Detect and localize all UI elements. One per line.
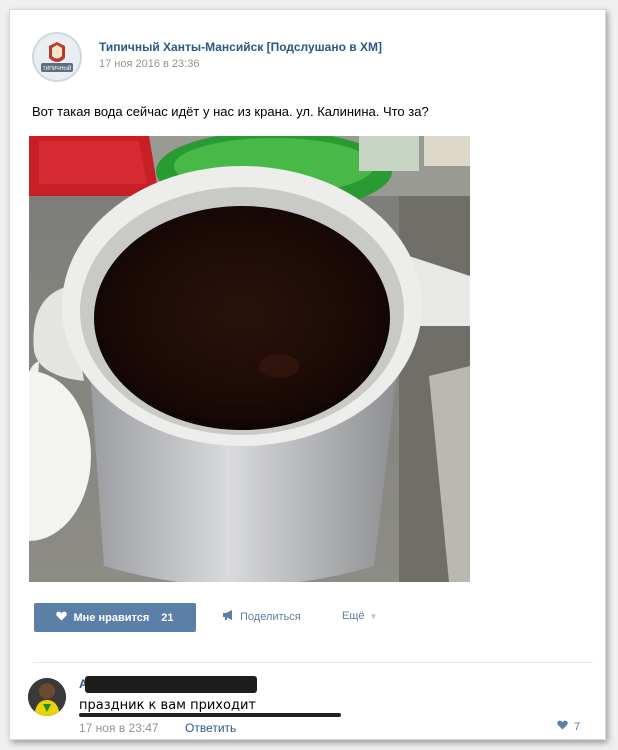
like-button[interactable]: Мне нравится 21 — [34, 603, 196, 632]
post-card: ТИПИЧНЫЙ Типичный Ханты-Мансийск [Подслу… — [9, 9, 606, 740]
svg-text:ТИПИЧНЫЙ: ТИПИЧНЫЙ — [43, 64, 72, 72]
comment-author[interactable]: А — [79, 676, 257, 693]
commenter-avatar-image — [28, 678, 66, 716]
censor-bar — [85, 676, 257, 693]
commenter-avatar[interactable] — [28, 678, 66, 716]
share-button[interactable]: Поделиться — [222, 610, 301, 623]
reply-link[interactable]: Ответить — [185, 721, 236, 735]
heart-icon — [557, 720, 568, 733]
share-label: Поделиться — [240, 610, 301, 623]
chevron-down-icon: ▼ — [369, 611, 378, 621]
more-button[interactable]: Ещё ▼ — [342, 610, 377, 622]
post-photo[interactable] — [29, 136, 470, 582]
like-count: 21 — [161, 611, 174, 624]
more-label: Ещё — [342, 610, 365, 622]
megaphone-icon — [222, 610, 234, 623]
group-avatar[interactable]: ТИПИЧНЫЙ — [32, 32, 82, 82]
comment-text: праздник к вам приходит — [79, 698, 256, 713]
heart-icon — [56, 611, 68, 624]
kettle-photo — [29, 136, 470, 582]
like-label: Мне нравится — [73, 611, 150, 624]
comment-timestamp[interactable]: 17 ноя в 23:47 — [79, 721, 159, 735]
group-avatar-image: ТИПИЧНЫЙ — [32, 32, 82, 82]
comment-like-count: 7 — [574, 720, 581, 733]
divider — [33, 662, 593, 663]
post-text: Вот такая вода сейчас идёт у нас из кран… — [32, 104, 429, 119]
censor-bar — [79, 713, 341, 717]
group-name-link[interactable]: Типичный Ханты-Мансийск [Подслушано в ХМ… — [99, 40, 382, 54]
comment-like-button[interactable]: 7 — [557, 720, 580, 733]
post-timestamp[interactable]: 17 ноя 2016 в 23:36 — [99, 58, 199, 70]
